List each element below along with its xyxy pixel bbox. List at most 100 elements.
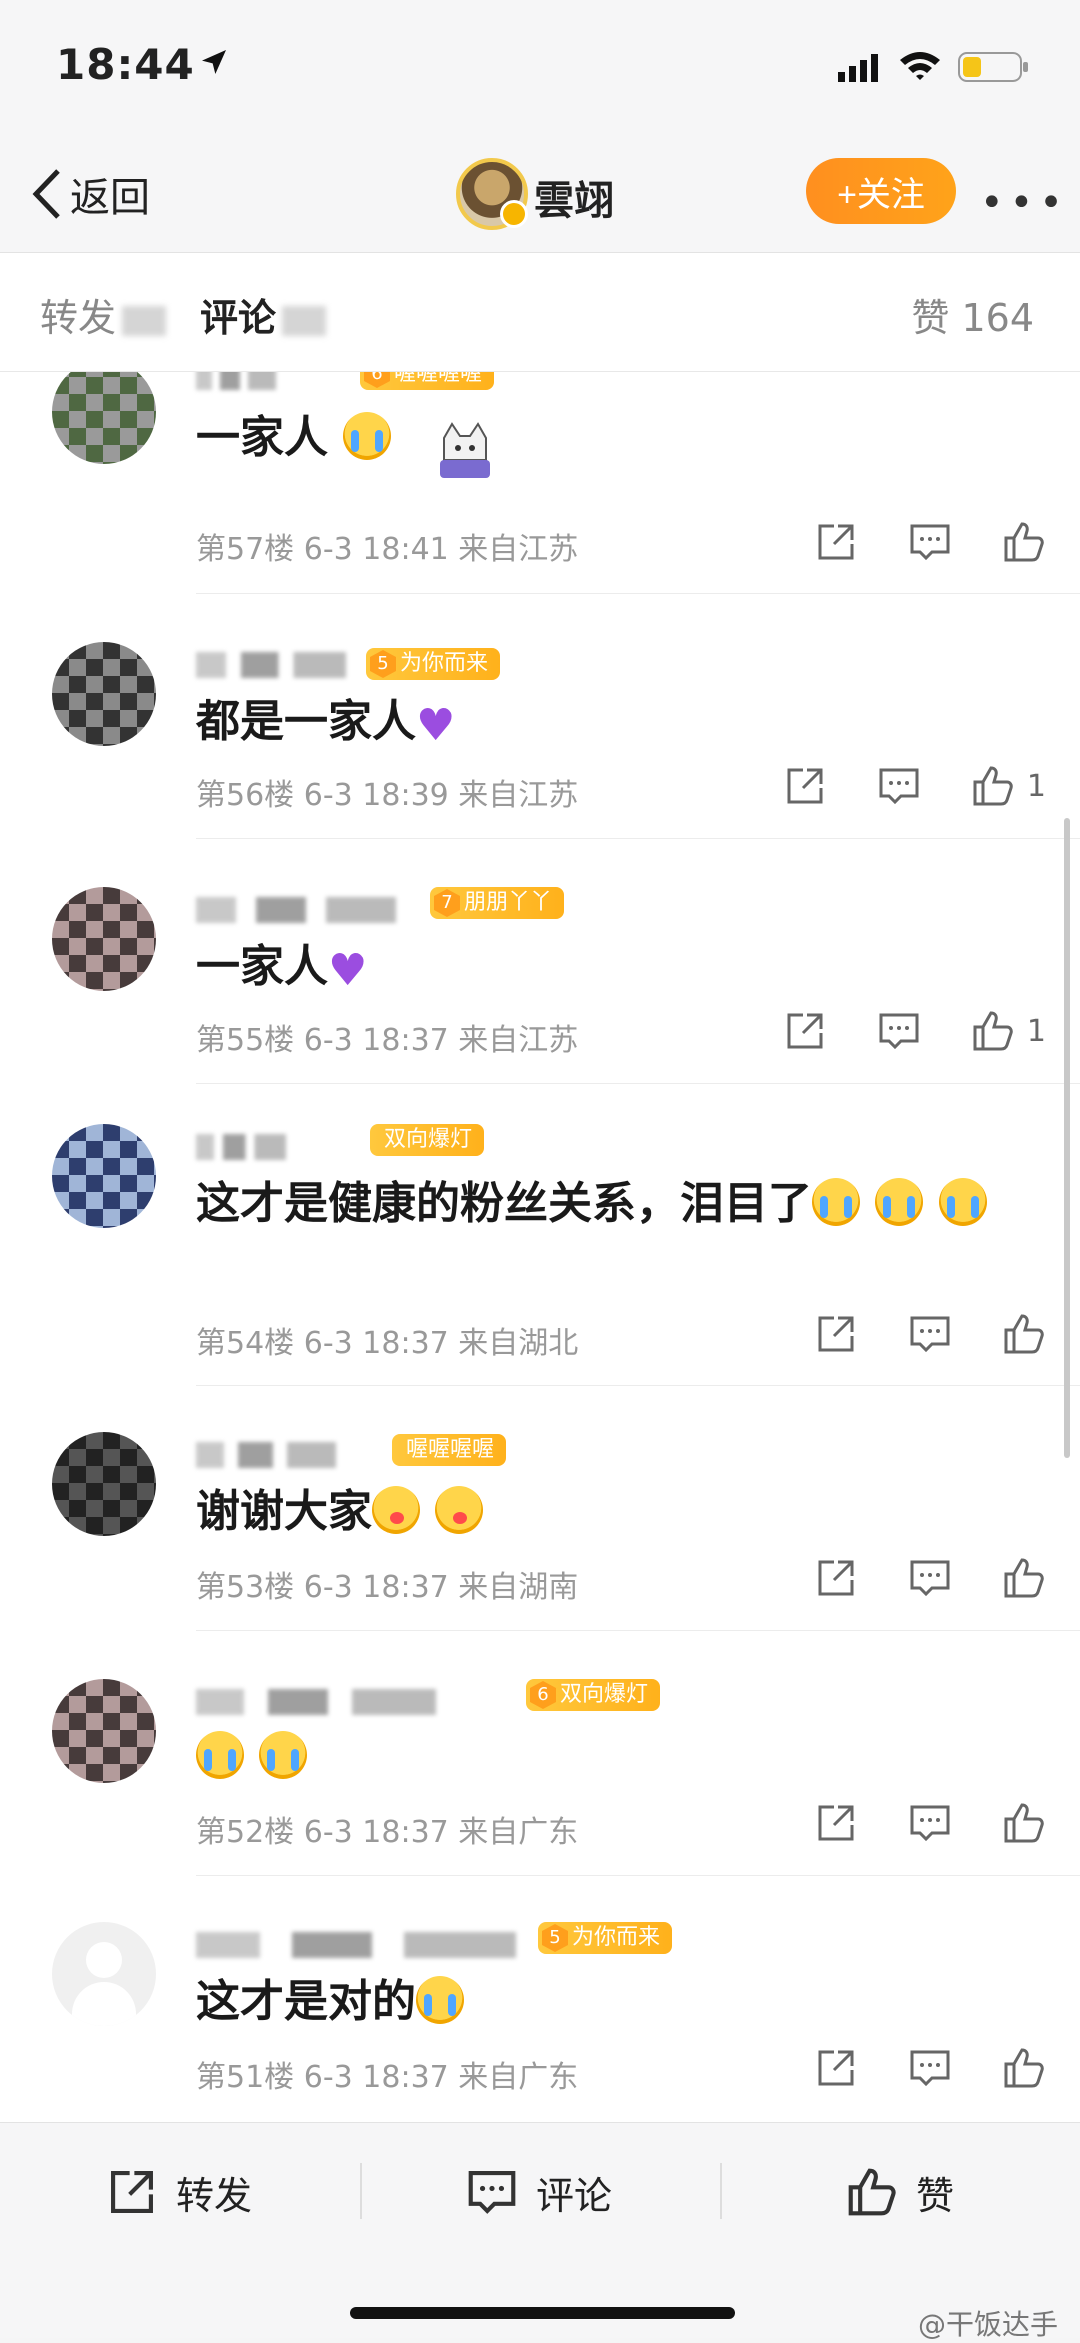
divider [720, 2163, 722, 2219]
comment-icon[interactable] [908, 1801, 952, 1845]
divider [360, 2163, 362, 2219]
like-icon[interactable] [1002, 1312, 1046, 1356]
tab-likes-label: 赞 [911, 296, 950, 340]
comment-location: 来自广东 [458, 1815, 579, 1850]
commenter-name-blurred [196, 372, 276, 390]
comment-item: 6 双向爆灯 第52楼 6-3 18:37 来自广东 [0, 1631, 1080, 1876]
comment-button[interactable]: 评论 [466, 2157, 612, 2227]
wifi-icon [900, 52, 940, 80]
like-icon[interactable] [1002, 2046, 1046, 2090]
repost-button[interactable]: 转发 [106, 2157, 252, 2227]
comment-icon[interactable] [908, 2046, 952, 2090]
comment-actions [764, 2046, 1046, 2090]
share-icon[interactable] [814, 520, 858, 564]
comment-icon[interactable] [877, 1009, 921, 1053]
cellular-signal-icon [838, 54, 878, 82]
tab-likes[interactable]: 赞 164 [911, 287, 1034, 342]
like-icon[interactable] [1002, 520, 1046, 564]
comment-meta: 第57楼 6-3 18:41 来自江苏 [196, 524, 578, 568]
fan-badge: 喔喔喔喔 [392, 1434, 507, 1466]
floor-number: 第51楼 [196, 2060, 295, 2095]
purple-heart-icon: ♥ [416, 700, 456, 751]
comment-date: 6-3 [303, 1326, 353, 1361]
commenter-avatar[interactable] [52, 642, 156, 746]
like-count: 1 [1026, 768, 1046, 804]
home-indicator[interactable] [350, 2307, 735, 2319]
kissing-emoji-icon [372, 1486, 420, 1534]
comment-time: 18:37 [362, 2060, 449, 2095]
comment-icon[interactable] [877, 764, 921, 808]
comment-text-content: 这才是对的 [196, 1976, 416, 2027]
like-icon[interactable] [971, 1009, 1015, 1053]
comment-text-content: 都是一家人 [196, 696, 416, 747]
share-icon[interactable] [783, 1009, 827, 1053]
commenter-avatar[interactable] [52, 1679, 156, 1783]
comment-item: 双向爆灯 这才是健康的粉丝关系，泪目了 第54楼 6-3 18:37 来自湖北 [0, 1084, 1080, 1386]
comment-date: 6-3 [303, 1570, 353, 1605]
badge-text: 双向爆灯 [384, 1127, 473, 1152]
comment-actions [764, 520, 1046, 564]
crying-emoji-icon [812, 1178, 860, 1226]
crying-emoji-icon [196, 1731, 244, 1779]
back-label: 返回 [70, 175, 150, 221]
comment-meta: 第53楼 6-3 18:37 来自湖南 [196, 1562, 578, 1606]
like-icon[interactable] [1002, 1801, 1046, 1845]
comment-list: 6 喔喔喔喔 一家人 第57楼 6-3 18:41 来自江苏 5 为你而来 都是一家… [0, 372, 1080, 2122]
share-icon[interactable] [814, 1312, 858, 1356]
battery-icon [958, 52, 1028, 82]
follow-button[interactable]: +关注 [806, 158, 956, 224]
comment-icon[interactable] [908, 520, 952, 564]
commenter-name-blurred [196, 897, 396, 923]
bottom-action-bar: 转发 评论 赞 @干饭达手 [0, 2122, 1080, 2341]
comment-label: 评论 [536, 2173, 613, 2218]
comment-text-content: 一家人 [196, 941, 328, 992]
commenter-avatar[interactable] [52, 1432, 156, 1536]
scrollbar[interactable] [1064, 818, 1070, 1458]
purple-heart-icon: ♥ [328, 945, 368, 996]
commenter-name-blurred [196, 652, 346, 678]
commenter-avatar[interactable] [52, 1124, 156, 1228]
comment-location: 来自江苏 [458, 532, 579, 567]
commenter-avatar[interactable] [52, 372, 156, 464]
crying-emoji-icon [938, 1178, 987, 1226]
like-label: 赞 [916, 2173, 955, 2218]
comment-icon[interactable] [908, 1312, 952, 1356]
badge-level: 5 [370, 650, 396, 678]
tab-comment[interactable]: 评论 [200, 287, 327, 342]
share-icon[interactable] [814, 2046, 858, 2090]
commenter-avatar[interactable] [52, 887, 156, 991]
fan-badge: 7 朋朋丫丫 [430, 887, 565, 919]
badge-text: 为你而来 [400, 651, 489, 676]
floor-number: 第56楼 [196, 778, 295, 813]
comment-date: 6-3 [303, 2060, 353, 2095]
commenter-avatar[interactable] [52, 1922, 156, 2026]
like-button[interactable]: 赞 [846, 2157, 954, 2227]
share-icon[interactable] [783, 764, 827, 808]
more-options-icon[interactable]: ••• [980, 180, 1069, 226]
back-button[interactable]: 返回 [30, 162, 150, 226]
commenter-name-blurred [196, 1134, 286, 1160]
like-icon[interactable] [1002, 1556, 1046, 1600]
comment-item: 喔喔喔喔 谢谢大家 第53楼 6-3 18:37 来自湖南 [0, 1386, 1080, 1631]
like-count: 1 [1026, 1013, 1046, 1049]
commenter-name-blurred [196, 1442, 336, 1468]
comment-meta: 第56楼 6-3 18:39 来自江苏 [196, 770, 578, 814]
comment-text: 一家人 [196, 408, 1016, 468]
badge-level: 6 [530, 1681, 556, 1709]
comment-text: 这才是对的 [196, 1972, 1016, 2032]
comment-actions: 1 [733, 1009, 1046, 1053]
author-name[interactable]: 雲翊 [534, 168, 614, 226]
fan-badge: 5 为你而来 [366, 648, 501, 680]
floor-number: 第57楼 [196, 532, 295, 567]
kissing-emoji-icon [435, 1486, 484, 1534]
share-icon[interactable] [814, 1801, 858, 1845]
comment-time: 18:37 [362, 1815, 449, 1850]
comment-time: 18:37 [362, 1326, 449, 1361]
comment-text: 一家人♥ [196, 937, 1016, 1001]
like-icon[interactable] [971, 764, 1015, 808]
tab-repost[interactable]: 转发 [40, 287, 167, 342]
comment-icon[interactable] [908, 1556, 952, 1600]
share-icon[interactable] [814, 1556, 858, 1600]
fan-badge: 双向爆灯 [370, 1124, 485, 1156]
comment-actions [764, 1312, 1046, 1356]
